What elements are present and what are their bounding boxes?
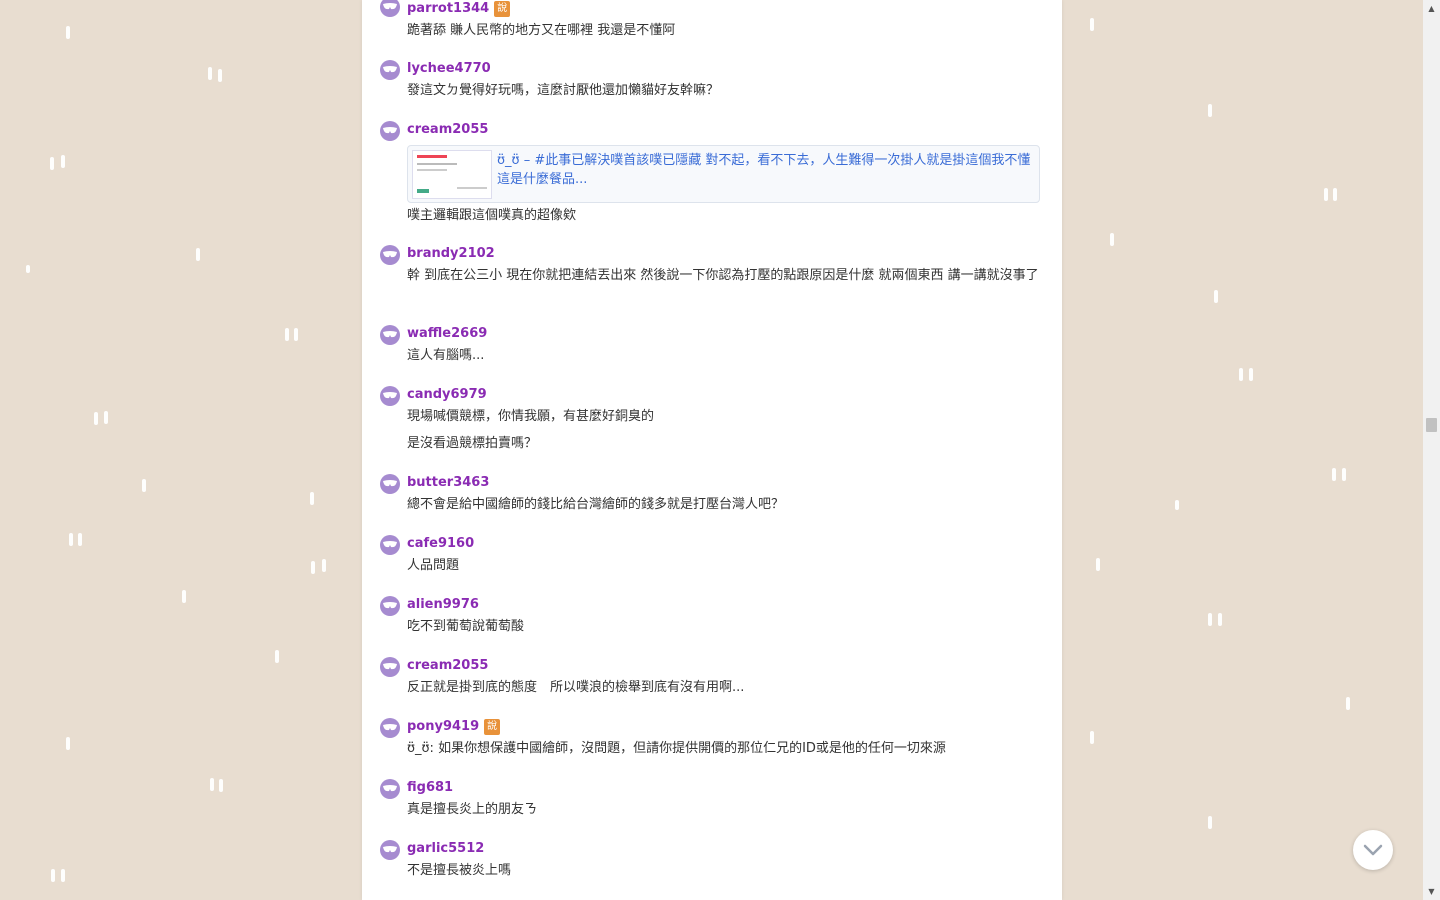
mask-avatar-icon[interactable] xyxy=(380,386,400,406)
responses-panel: parrot1344 說 跪著舔 賺人民幣的地方又在哪裡 我還是不懂阿 lyche… xyxy=(362,0,1062,900)
username-link[interactable]: candy6979 xyxy=(407,386,487,403)
response-text: 吃不到葡萄說葡萄酸 xyxy=(407,619,525,634)
response-text: 人品問題 xyxy=(407,558,460,573)
response-text: 幹 到底在公三小 現在你就把連結丟出來 然後說一下你認為打壓的點跟原因是什麼 就… xyxy=(407,268,1039,283)
response-text: 跪著舔 賺人民幣的地方又在哪裡 我還是不懂阿 xyxy=(407,23,676,38)
username-link[interactable]: cream2055 xyxy=(407,121,488,138)
chevron-down-icon xyxy=(1363,844,1383,856)
mask-avatar-icon[interactable] xyxy=(380,657,400,677)
mask-avatar-icon[interactable] xyxy=(380,325,400,345)
mask-avatar-icon[interactable] xyxy=(380,535,400,555)
username-link[interactable]: cream2055 xyxy=(407,657,488,674)
mask-avatar-icon[interactable] xyxy=(380,121,400,141)
response-text: 反正就是掛到底的態度 所以噗浪的檢舉到底有沒有用啊... xyxy=(407,680,745,695)
response-text: 噗主邏輯跟這個噗真的超像欸 xyxy=(407,208,577,223)
response-text: 總不會是給中國繪師的錢比給台灣繪師的錢多就是打壓台灣人吧？ xyxy=(407,497,785,512)
username-link[interactable]: butter3463 xyxy=(407,474,489,491)
response-text: 發這文ㄉ覺得好玩嗎，這麼討厭他還加懶貓好友幹嘛？ xyxy=(407,83,720,98)
scroll-down-arrow-icon[interactable]: ▼ xyxy=(1423,883,1440,900)
response-text: 不是擅長被炎上嗎 xyxy=(407,863,512,878)
mask-avatar-icon[interactable] xyxy=(380,718,400,738)
username-link[interactable]: parrot1344 xyxy=(407,0,489,17)
username-link[interactable]: garlic5512 xyxy=(407,840,484,857)
username-link[interactable]: brandy2102 xyxy=(407,245,495,262)
scrollbar-thumb[interactable] xyxy=(1426,418,1437,432)
response-text: 這人有腦嗎... xyxy=(407,348,485,363)
page-scrollbar[interactable]: ▲ ▼ xyxy=(1423,0,1440,900)
scroll-up-arrow-icon[interactable]: ▲ xyxy=(1423,0,1440,17)
speech-badge-icon: 說 xyxy=(494,0,511,17)
username-link[interactable]: alien9976 xyxy=(407,596,479,613)
scroll-down-button[interactable] xyxy=(1353,830,1393,870)
mask-avatar-icon[interactable] xyxy=(380,596,400,616)
mask-avatar-icon[interactable] xyxy=(380,779,400,799)
link-title[interactable]: ʊ̈_ʊ̈ – #此事已解決噗首該噗已隱藏 對不起，看不下去，人生難得一次掛人就… xyxy=(497,151,1033,189)
response-text: ʊ̈_ʊ̈: 如果你想保護中國繪師，沒問題，但請你提供開價的那位仁兄的ID或是他… xyxy=(407,741,946,756)
username-link[interactable]: fig681 xyxy=(407,779,453,796)
link-thumbnail xyxy=(412,150,492,199)
response-text-line-2: 是沒看過競標拍賣嗎？ xyxy=(407,436,538,451)
mask-avatar-icon[interactable] xyxy=(380,840,400,860)
response-text: 真是擅長炎上的朋友ㄋ xyxy=(407,802,538,817)
username-link[interactable]: lychee4770 xyxy=(407,60,491,77)
response-item: parrot1344 說 跪著舔 賺人民幣的地方又在哪裡 我還是不懂阿 xyxy=(380,0,1040,40)
link-preview-card[interactable]: ʊ̈_ʊ̈ – #此事已解決噗首該噗已隱藏 對不起，看不下去，人生難得一次掛人就… xyxy=(407,145,1040,203)
mask-avatar-icon[interactable] xyxy=(380,0,400,17)
mask-avatar-icon[interactable] xyxy=(380,60,400,80)
mask-avatar-icon[interactable] xyxy=(380,474,400,494)
username-link[interactable]: cafe9160 xyxy=(407,535,474,552)
username-link[interactable]: waffle2669 xyxy=(407,325,487,342)
response-text: 現場喊價競標，你情我願，有甚麼好銅臭的 xyxy=(407,409,655,424)
speech-badge-icon: 說 xyxy=(484,718,501,735)
mask-avatar-icon[interactable] xyxy=(380,245,400,265)
username-link[interactable]: pony9419 xyxy=(407,718,479,735)
